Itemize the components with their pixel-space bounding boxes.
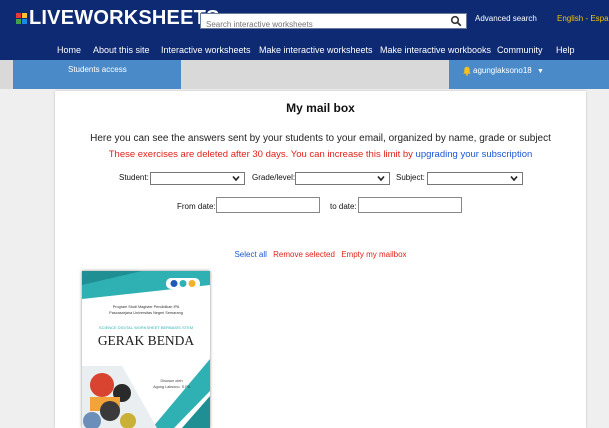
grade-label: Grade/level:: [252, 173, 296, 182]
site-logo[interactable]: LIVEWORKSHEETS: [16, 7, 220, 30]
upgrade-subscription-link[interactable]: upgrading your subscription: [416, 149, 533, 160]
search-box: [200, 13, 467, 32]
subject-select[interactable]: [427, 172, 523, 185]
chevron-down-icon: [377, 175, 385, 182]
advanced-search-link[interactable]: Advanced search: [475, 14, 537, 23]
top-header: LIVEWORKSHEETS Advanced search English -…: [0, 0, 609, 60]
username-label: agunglaksono18: [473, 66, 532, 75]
cover-title: GERAK BENDA: [97, 333, 195, 348]
chevron-down-icon: [510, 175, 518, 182]
user-menu[interactable]: agunglaksono18 ▼: [449, 60, 609, 89]
mailbox-actions: Select all Remove selected Empty my mail…: [55, 250, 586, 259]
cover-program-line2: Pascasarjana Universitas Negeri Semarang: [109, 311, 183, 315]
logo-squares-icon: [16, 13, 28, 25]
nav-about[interactable]: About this site: [93, 45, 150, 55]
chevron-down-icon: [232, 175, 240, 182]
from-date-input[interactable]: [216, 197, 320, 213]
to-date-input[interactable]: [358, 197, 462, 213]
nav-help[interactable]: Help: [556, 45, 575, 55]
grade-select[interactable]: [295, 172, 390, 185]
nav-community[interactable]: Community: [497, 45, 543, 55]
empty-mailbox-link[interactable]: Empty my mailbox: [341, 250, 406, 259]
to-date-label: to date:: [330, 202, 357, 211]
language-selector[interactable]: English - Español: [557, 14, 609, 23]
notice-text: These exercises are deleted after 30 day…: [108, 149, 413, 160]
bell-icon[interactable]: [463, 66, 471, 76]
mailbox-panel: My mail box Here you can see the answers…: [55, 91, 586, 428]
student-label: Student:: [119, 173, 149, 182]
search-icon[interactable]: [450, 15, 462, 27]
remove-selected-link[interactable]: Remove selected: [273, 250, 335, 259]
retention-notice: These exercises are deleted after 30 day…: [55, 149, 586, 160]
students-access-label: Students access: [68, 65, 127, 74]
nav-home[interactable]: Home: [57, 45, 81, 55]
page-title: My mail box: [286, 101, 355, 115]
cover-author-line2: Agung Laksono, S.Pd.: [153, 385, 191, 389]
nav-interactive-worksheets[interactable]: Interactive worksheets: [161, 45, 251, 55]
student-select[interactable]: [150, 172, 245, 185]
cover-series: SCIENCE DIGITAL WORKSHEET BERBASIS STEM: [98, 325, 194, 330]
from-date-label: From date:: [177, 202, 216, 211]
worksheet-cover-art: [82, 271, 210, 428]
students-access-tab[interactable]: Students access: [13, 60, 181, 89]
nav-make-workbooks[interactable]: Make interactive workbooks: [380, 45, 491, 55]
search-input[interactable]: [201, 17, 446, 32]
nav-make-worksheets[interactable]: Make interactive worksheets: [259, 45, 373, 55]
subject-label: Subject:: [396, 173, 425, 182]
worksheet-thumbnail[interactable]: Program Studi Magister Pendidikan IPA Pa…: [82, 271, 210, 428]
chevron-down-icon: ▼: [536, 68, 544, 75]
cover-author-line1: Disusun oleh:: [160, 379, 184, 383]
intro-text: Here you can see the answers sent by you…: [90, 133, 551, 144]
logo-text: LIVEWORKSHEETS: [29, 7, 220, 29]
cover-program-line1: Program Studi Magister Pendidikan IPA: [112, 305, 180, 309]
select-all-link[interactable]: Select all: [234, 250, 266, 259]
